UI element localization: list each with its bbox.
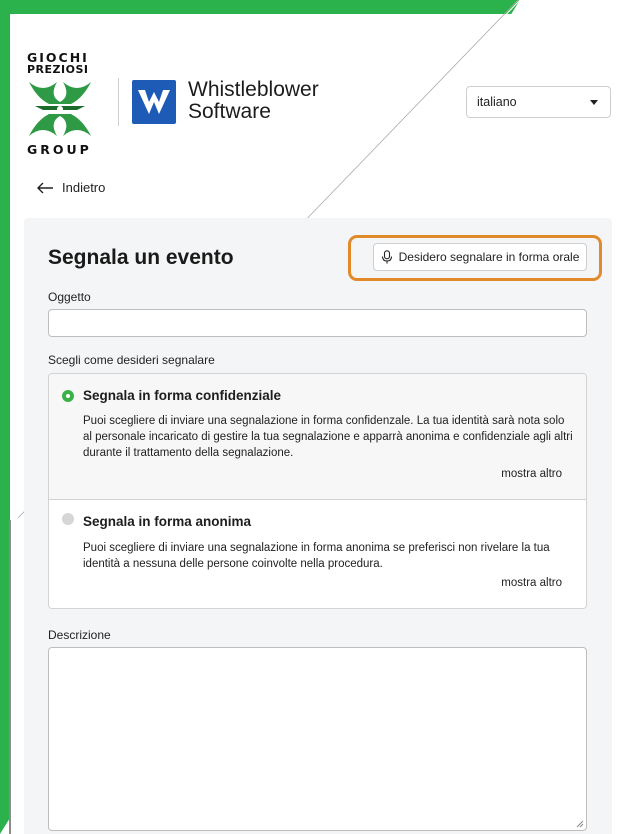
logo-text-group: GROUP <box>27 142 92 157</box>
report-mode-label: Scegli come desideri segnalare <box>48 353 215 367</box>
option-anonymous-description: Puoi scegliere di inviare una segnalazio… <box>83 542 550 570</box>
oral-report-button[interactable]: Desidero segnalare in forma orale <box>373 243 587 271</box>
option-confidential-description: Puoi scegliere di inviare una segnalazio… <box>83 415 573 459</box>
back-link-label: Indietro <box>62 180 106 195</box>
page-title: Segnala un evento <box>48 246 234 269</box>
arrow-left-icon <box>37 182 53 193</box>
option-confidential[interactable]: Segnala in forma confidenziale Puoi sceg… <box>49 374 586 500</box>
option-confidential-title: Segnala in forma confidenziale <box>83 388 282 403</box>
logo-text-preziosi: PREZIOSI <box>27 63 89 76</box>
whistleblower-logo-text: Whistleblower Software <box>188 79 319 123</box>
language-select[interactable]: italiano <box>466 86 611 118</box>
whistleblower-logo-icon <box>132 80 176 124</box>
logo-text-whistleblower: Whistleblower <box>188 78 319 101</box>
option-anonymous-show-more[interactable]: mostra altro <box>501 577 562 589</box>
subject-label: Oggetto <box>48 290 91 304</box>
option-anonymous-title: Segnala in forma anonima <box>83 514 252 529</box>
description-label: Descrizione <box>48 628 111 642</box>
resize-handle-icon[interactable] <box>576 820 584 828</box>
chevron-down-icon <box>590 100 598 105</box>
option-confidential-show-more[interactable]: mostra altro <box>501 468 562 480</box>
description-textarea[interactable] <box>48 647 587 831</box>
report-mode-options: Segnala in forma confidenziale Puoi sceg… <box>48 373 587 609</box>
giochi-preziosi-logo: GIOCHI PREZIOSI GROUP <box>27 51 95 157</box>
option-anonymous[interactable]: Segnala in forma anonima Puoi scegliere … <box>49 500 586 608</box>
logo-divider <box>118 78 119 126</box>
back-link[interactable]: Indietro <box>36 180 105 195</box>
subject-input[interactable] <box>48 309 587 337</box>
radio-confidential-selected[interactable] <box>62 390 74 402</box>
page-edge <box>9 520 11 834</box>
language-select-value: italiano <box>477 95 517 109</box>
logo-emblem-icon <box>29 82 91 136</box>
microphone-icon <box>381 250 392 264</box>
radio-anonymous[interactable] <box>62 513 74 525</box>
oral-report-button-label: Desidero segnalare in forma orale <box>398 250 580 264</box>
logo-text-software: Software <box>188 100 271 123</box>
